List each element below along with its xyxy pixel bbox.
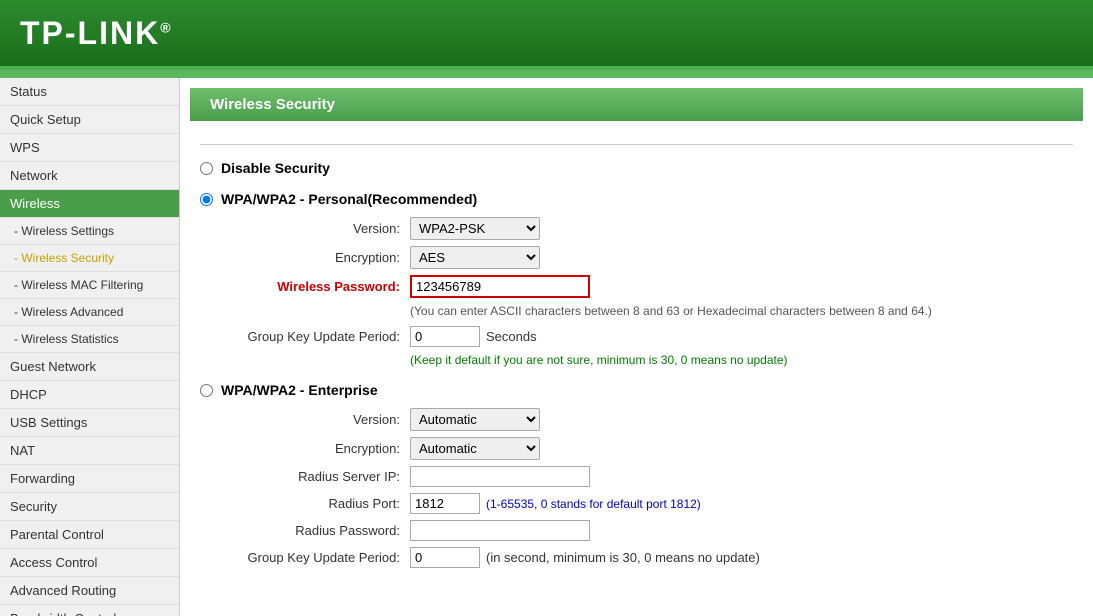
ent-encryption-row: Encryption: Automatic AES TKIP xyxy=(230,437,1073,460)
ent-groupkey-label: Group Key Update Period: xyxy=(230,550,410,565)
sidebar-guest-network[interactable]: Guest Network xyxy=(0,353,179,381)
wpa-groupkey-hint: (Keep it default if you are not sure, mi… xyxy=(410,353,1073,367)
ent-radius-pw-input[interactable] xyxy=(410,520,590,541)
wpa-version-row: Version: WPA2-PSK WPA-PSK Automatic xyxy=(230,217,1073,240)
sidebar-quick-setup[interactable]: Quick Setup xyxy=(0,106,179,134)
sidebar: Status Quick Setup WPS Network Wireless … xyxy=(0,78,180,616)
ent-radius-ip-input[interactable] xyxy=(410,466,590,487)
wpa-groupkey-row: Group Key Update Period: Seconds xyxy=(230,326,1073,347)
wpa-version-select[interactable]: WPA2-PSK WPA-PSK Automatic xyxy=(410,217,540,240)
wpa-encryption-select[interactable]: AES TKIP Automatic xyxy=(410,246,540,269)
sidebar-parental[interactable]: Parental Control xyxy=(0,521,179,549)
sidebar-wireless[interactable]: Wireless xyxy=(0,190,179,218)
main-content: Wireless Security Disable Security WPA/W… xyxy=(180,78,1093,616)
ent-version-label: Version: xyxy=(230,412,410,427)
page-title: Wireless Security xyxy=(210,96,335,113)
content-area: Disable Security WPA/WPA2 - Personal(Rec… xyxy=(180,121,1093,598)
wpa-personal-section: WPA/WPA2 - Personal(Recommended) Version… xyxy=(200,191,1073,367)
sidebar-security[interactable]: Security xyxy=(0,493,179,521)
sidebar-wireless-advanced[interactable]: - Wireless Advanced xyxy=(0,299,179,326)
ent-version-select[interactable]: Automatic WPA WPA2 xyxy=(410,408,540,431)
wpa-enterprise-header: WPA/WPA2 - Enterprise xyxy=(200,382,1073,398)
ent-radius-pw-label: Radius Password: xyxy=(230,523,410,538)
wpa-password-input[interactable] xyxy=(410,275,590,298)
sidebar-bandwidth[interactable]: Bandwidth Control xyxy=(0,605,179,616)
wpa-enterprise-section: WPA/WPA2 - Enterprise Version: Automatic… xyxy=(200,382,1073,568)
wpa-password-label: Wireless Password: xyxy=(230,279,410,294)
ent-radius-port-label: Radius Port: xyxy=(230,496,410,511)
page-title-bar: Wireless Security xyxy=(190,88,1083,121)
sidebar-wireless-mac[interactable]: - Wireless MAC Filtering xyxy=(0,272,179,299)
wpa-enterprise-label: WPA/WPA2 - Enterprise xyxy=(221,382,378,398)
wpa-groupkey-unit: Seconds xyxy=(486,329,537,344)
disable-security-section: Disable Security xyxy=(200,160,1073,176)
sidebar-wireless-security[interactable]: - Wireless Security xyxy=(0,245,179,272)
sidebar-access[interactable]: Access Control xyxy=(0,549,179,577)
green-bar xyxy=(0,70,1093,78)
ent-radius-pw-row: Radius Password: xyxy=(230,520,1073,541)
ent-groupkey-hint: (in second, minimum is 30, 0 means no up… xyxy=(486,550,760,565)
ent-version-row: Version: Automatic WPA WPA2 xyxy=(230,408,1073,431)
ent-radius-ip-label: Radius Server IP: xyxy=(230,469,410,484)
logo: TP-LINK® xyxy=(20,15,173,52)
layout: Status Quick Setup WPS Network Wireless … xyxy=(0,78,1093,616)
wpa-password-row: Wireless Password: xyxy=(230,275,1073,298)
wpa-personal-radio[interactable] xyxy=(200,193,213,206)
ent-radius-port-hint: (1-65535, 0 stands for default port 1812… xyxy=(486,497,701,511)
logo-text: TP-LINK xyxy=(20,15,160,51)
ent-encryption-select[interactable]: Automatic AES TKIP xyxy=(410,437,540,460)
section-divider xyxy=(200,144,1073,145)
ent-radius-ip-row: Radius Server IP: xyxy=(230,466,1073,487)
sidebar-wps[interactable]: WPS xyxy=(0,134,179,162)
wpa-personal-label: WPA/WPA2 - Personal(Recommended) xyxy=(221,191,477,207)
wpa-groupkey-input[interactable] xyxy=(410,326,480,347)
sidebar-network[interactable]: Network xyxy=(0,162,179,190)
sidebar-status[interactable]: Status xyxy=(0,78,179,106)
wpa-groupkey-label: Group Key Update Period: xyxy=(230,329,410,344)
disable-security-header: Disable Security xyxy=(200,160,1073,176)
header: TP-LINK® xyxy=(0,0,1093,70)
sidebar-usb[interactable]: USB Settings xyxy=(0,409,179,437)
sidebar-dhcp[interactable]: DHCP xyxy=(0,381,179,409)
wpa-personal-header: WPA/WPA2 - Personal(Recommended) xyxy=(200,191,1073,207)
sidebar-nat[interactable]: NAT xyxy=(0,437,179,465)
wpa-version-label: Version: xyxy=(230,221,410,236)
sidebar-routing[interactable]: Advanced Routing xyxy=(0,577,179,605)
ent-groupkey-row: Group Key Update Period: (in second, min… xyxy=(230,547,1073,568)
ent-encryption-label: Encryption: xyxy=(230,441,410,456)
disable-security-label: Disable Security xyxy=(221,160,330,176)
sidebar-wireless-settings[interactable]: - Wireless Settings xyxy=(0,218,179,245)
sidebar-wireless-statistics[interactable]: - Wireless Statistics xyxy=(0,326,179,353)
wpa-enterprise-radio[interactable] xyxy=(200,384,213,397)
disable-security-radio[interactable] xyxy=(200,162,213,175)
wpa-encryption-label: Encryption: xyxy=(230,250,410,265)
ent-groupkey-input[interactable] xyxy=(410,547,480,568)
logo-reg: ® xyxy=(160,19,172,35)
ent-radius-port-input[interactable] xyxy=(410,493,480,514)
wpa-encryption-row: Encryption: AES TKIP Automatic xyxy=(230,246,1073,269)
ent-radius-port-row: Radius Port: (1-65535, 0 stands for defa… xyxy=(230,493,1073,514)
sidebar-forwarding[interactable]: Forwarding xyxy=(0,465,179,493)
wpa-password-hint: (You can enter ASCII characters between … xyxy=(410,304,1073,318)
